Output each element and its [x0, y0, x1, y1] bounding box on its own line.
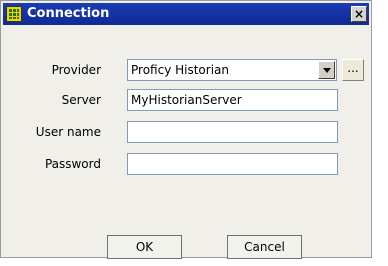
provider-value: Proficy Historian — [131, 63, 229, 77]
password-field[interactable] — [127, 153, 338, 175]
ok-button[interactable]: OK — [107, 235, 182, 259]
dialog-title: Connection — [27, 6, 110, 21]
close-icon[interactable]: × — [351, 6, 367, 22]
password-label: Password — [44, 157, 101, 171]
provider-dropdown[interactable]: Proficy Historian — [127, 59, 337, 81]
cancel-button[interactable]: Cancel — [227, 235, 302, 259]
username-label: User name — [35, 125, 101, 139]
server-field[interactable]: MyHistorianServer — [127, 89, 338, 111]
title-bar[interactable]: Connection × — [3, 3, 369, 25]
username-field[interactable] — [127, 121, 338, 143]
grid-table-icon — [6, 6, 22, 22]
provider-label: Provider — [51, 63, 101, 77]
browse-provider-button[interactable]: ... — [342, 59, 364, 81]
connection-dialog: Connection × Provider Proficy Historian … — [0, 0, 372, 259]
chevron-down-icon[interactable] — [318, 61, 335, 79]
server-label: Server — [61, 93, 101, 107]
